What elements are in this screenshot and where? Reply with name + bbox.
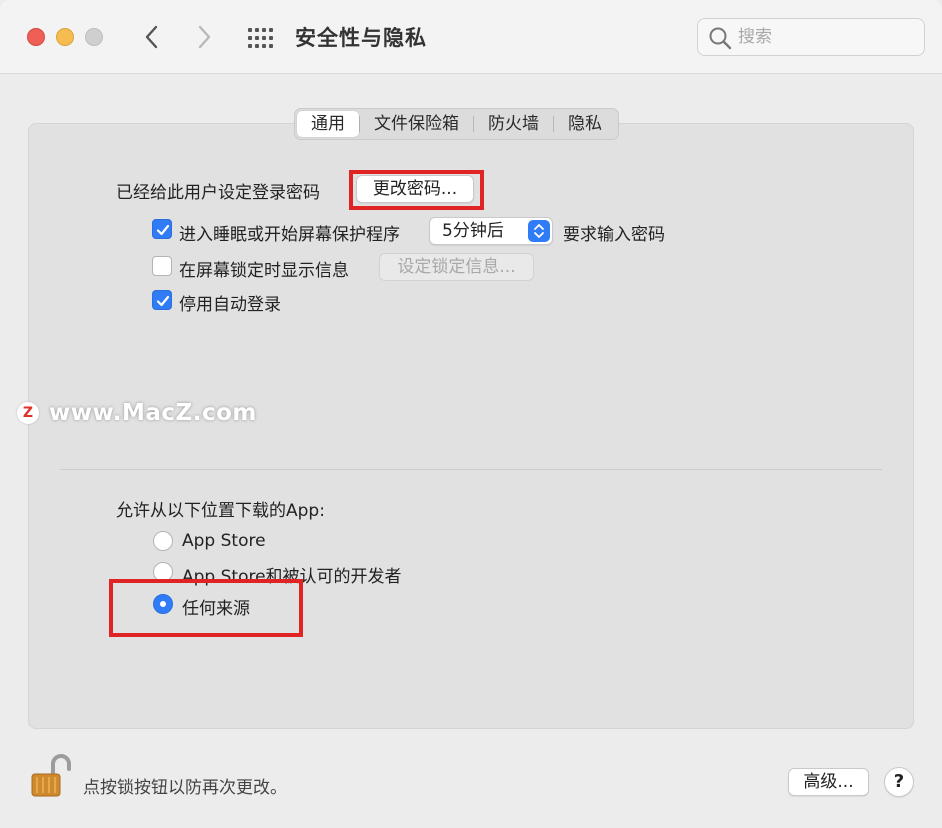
require-password-label: 进入睡眠或开始屏幕保护程序 (179, 225, 400, 245)
search-field[interactable] (697, 18, 925, 56)
show-message-checkbox[interactable] (152, 256, 172, 276)
show-all-button[interactable] (246, 24, 274, 52)
tab-filevault[interactable]: 文件保险箱 (360, 111, 473, 137)
unlocked-padlock-icon (31, 754, 71, 797)
help-button[interactable]: ? (884, 767, 914, 797)
require-password-delay-select[interactable]: 5分钟后 (429, 217, 553, 245)
select-value: 5分钟后 (442, 221, 504, 241)
search-input[interactable] (738, 25, 918, 49)
highlight-box (109, 579, 303, 637)
minimize-window-button[interactable] (56, 28, 74, 46)
watermark: Z www.MacZ.com (17, 400, 257, 426)
disable-auto-login-label: 停用自动登录 (179, 295, 281, 315)
back-button[interactable] (138, 22, 166, 52)
search-icon (709, 27, 732, 50)
lock-button[interactable] (28, 753, 74, 799)
highlight-box (349, 170, 484, 210)
radio-app-store[interactable] (153, 531, 173, 551)
radio-app-store-label: App Store (182, 531, 266, 551)
chevron-left-icon (145, 25, 158, 49)
allow-downloads-heading: 允许从以下位置下载的App: (116, 501, 325, 521)
checkmark-icon (156, 224, 170, 236)
forward-button[interactable] (190, 22, 218, 52)
preferences-window: 安全性与隐私 通用 文件保险箱 防火墙 隐私 已经给此用户设定登录密码 更改密码… (0, 0, 942, 828)
tab-general[interactable]: 通用 (297, 111, 359, 137)
macz-logo-icon: Z (17, 402, 39, 424)
require-password-checkbox[interactable] (152, 219, 172, 239)
updown-chevron-icon (528, 220, 550, 242)
lock-status-text: 点按锁按钮以防再次更改。 (83, 778, 287, 798)
watermark-text: www.MacZ.com (49, 400, 257, 426)
chevron-right-icon (198, 25, 211, 49)
window-title: 安全性与隐私 (295, 26, 427, 50)
tab-firewall[interactable]: 防火墙 (474, 111, 553, 137)
grid-icon (248, 28, 273, 48)
tab-privacy[interactable]: 隐私 (554, 111, 616, 137)
title-bar: 安全性与隐私 (0, 0, 942, 74)
advanced-button[interactable]: 高级... (788, 768, 869, 796)
section-divider (60, 469, 882, 470)
tab-bar: 通用 文件保险箱 防火墙 隐私 (294, 108, 619, 140)
set-lock-message-button[interactable]: 设定锁定信息... (379, 253, 534, 281)
content-panel (28, 123, 914, 729)
close-window-button[interactable] (27, 28, 45, 46)
disable-auto-login-checkbox[interactable] (152, 290, 172, 310)
checkmark-icon (156, 295, 170, 307)
require-password-suffix-label: 要求输入密码 (563, 225, 665, 245)
show-message-label: 在屏幕锁定时显示信息 (179, 261, 349, 281)
password-status-label: 已经给此用户设定登录密码 (116, 183, 320, 203)
zoom-window-button[interactable] (85, 28, 103, 46)
